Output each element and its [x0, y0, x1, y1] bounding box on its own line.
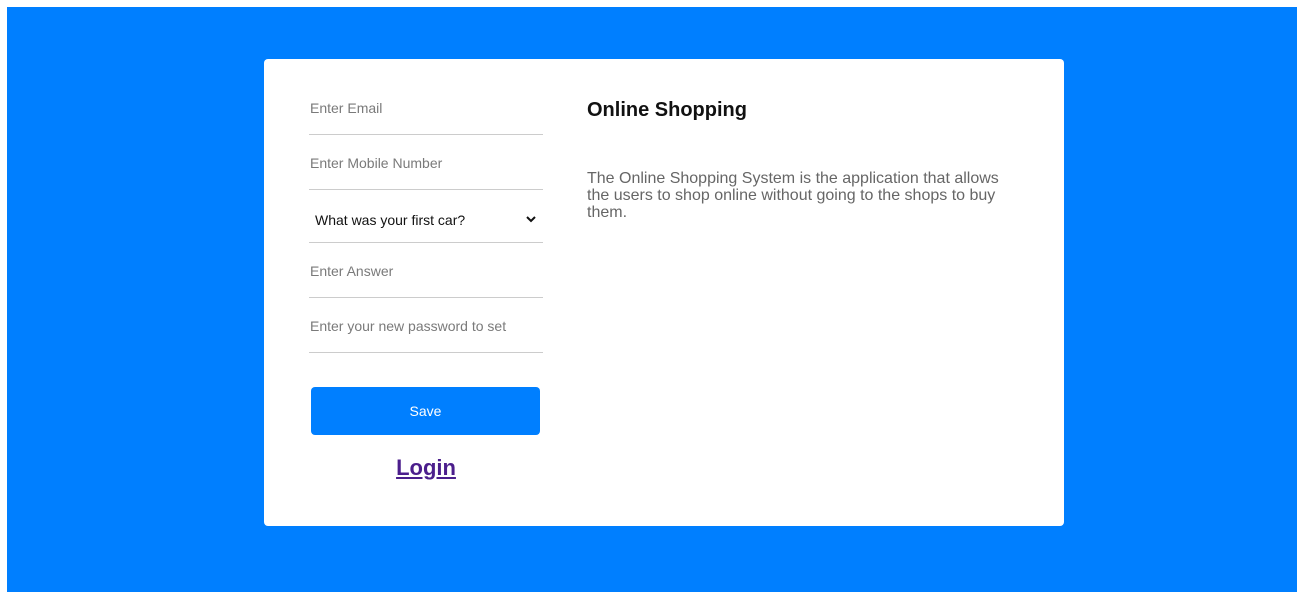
save-button[interactable]: Save — [311, 387, 540, 435]
page-background: What was your first car? Save Login Onli… — [7, 7, 1297, 592]
security-question-select[interactable]: What was your first car? — [311, 205, 541, 235]
info-description: The Online Shopping System is the applic… — [587, 170, 999, 221]
forgot-password-card: What was your first car? Save Login Onli… — [264, 59, 1064, 526]
new-password-input[interactable] — [309, 299, 543, 352]
password-field-wrapper — [309, 299, 543, 353]
answer-field-wrapper — [309, 244, 543, 298]
email-field-wrapper — [309, 81, 543, 135]
info-title: Online Shopping — [587, 99, 747, 121]
info-panel: Online Shopping The Online Shopping Syst… — [587, 99, 1017, 221]
security-question-value: What was your first car? — [315, 212, 466, 228]
mobile-field-wrapper — [309, 136, 543, 190]
mobile-number-input[interactable] — [309, 136, 543, 189]
answer-input[interactable] — [309, 244, 543, 297]
login-link[interactable]: Login — [309, 455, 543, 481]
reset-password-form: What was your first car? Save Login — [309, 81, 543, 481]
security-question-wrapper: What was your first car? — [309, 191, 543, 243]
chevron-down-icon — [526, 216, 536, 223]
email-input[interactable] — [309, 81, 543, 134]
